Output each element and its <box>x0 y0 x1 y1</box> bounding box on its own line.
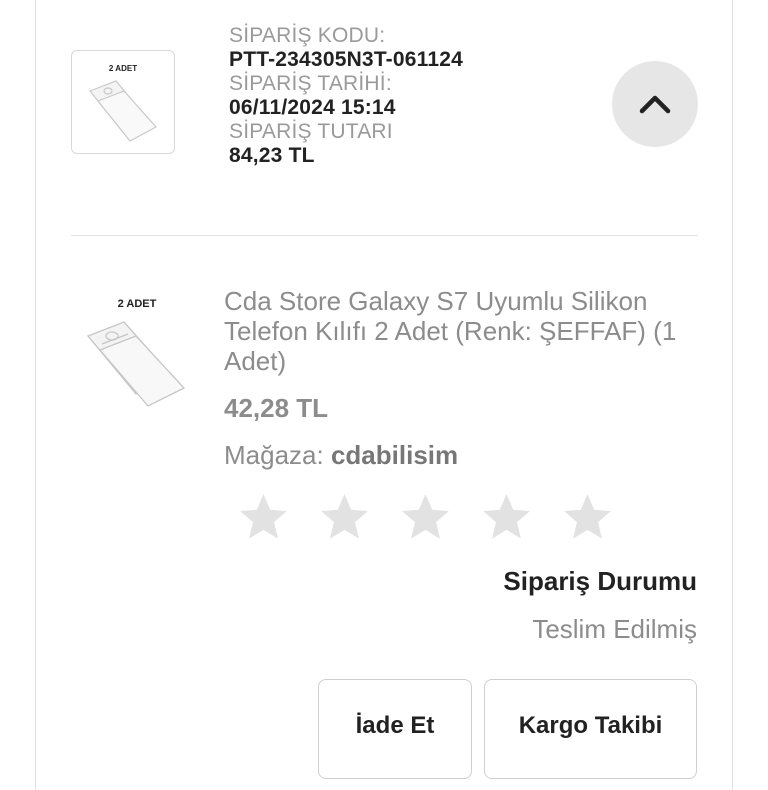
rating-stars[interactable] <box>236 490 615 545</box>
return-button[interactable]: İade Et <box>318 679 472 779</box>
product-title[interactable]: Cda Store Galaxy S7 Uyumlu Silikon Telef… <box>224 286 694 376</box>
product-price: 42,28 TL <box>224 393 329 423</box>
chevron-up-icon <box>639 95 671 114</box>
store-label: Mağaza: <box>224 440 324 470</box>
order-thumbnail[interactable]: 2 ADET <box>71 50 175 154</box>
store-info: Mağaza: cdabilisim <box>224 440 458 471</box>
order-status-value: Teslim Edilmiş <box>532 614 697 644</box>
order-date-label: SİPARİŞ TARİHİ: <box>229 72 392 95</box>
phone-case-image <box>89 80 157 142</box>
cargo-tracking-button[interactable]: Kargo Takibi <box>484 679 697 779</box>
order-status-title: Sipariş Durumu <box>503 566 697 596</box>
order-code-label: SİPARİŞ KODU: <box>229 24 386 47</box>
star-icon[interactable] <box>479 490 534 545</box>
product-image[interactable]: 2 ADET <box>72 288 202 418</box>
star-icon[interactable] <box>236 490 291 545</box>
store-name[interactable]: cdabilisim <box>331 440 458 470</box>
star-icon[interactable] <box>398 490 453 545</box>
order-meta: SİPARİŞ KODU: PTT-234305N3T-061124 SİPAR… <box>229 24 463 168</box>
order-total-label: SİPARİŞ TUTARI <box>229 120 393 143</box>
order-date-value: 06/11/2024 15:14 <box>229 96 396 119</box>
star-icon[interactable] <box>317 490 372 545</box>
collapse-button[interactable] <box>612 61 698 147</box>
star-icon[interactable] <box>560 490 615 545</box>
thumbnail-quantity-badge: 2 ADET <box>108 64 138 73</box>
product-quantity-badge: 2 ADET <box>117 298 157 310</box>
order-total-value: 84,23 TL <box>229 144 315 167</box>
section-divider <box>71 235 698 236</box>
order-code-value: PTT-234305N3T-061124 <box>229 48 463 71</box>
phone-case-image <box>86 321 186 407</box>
